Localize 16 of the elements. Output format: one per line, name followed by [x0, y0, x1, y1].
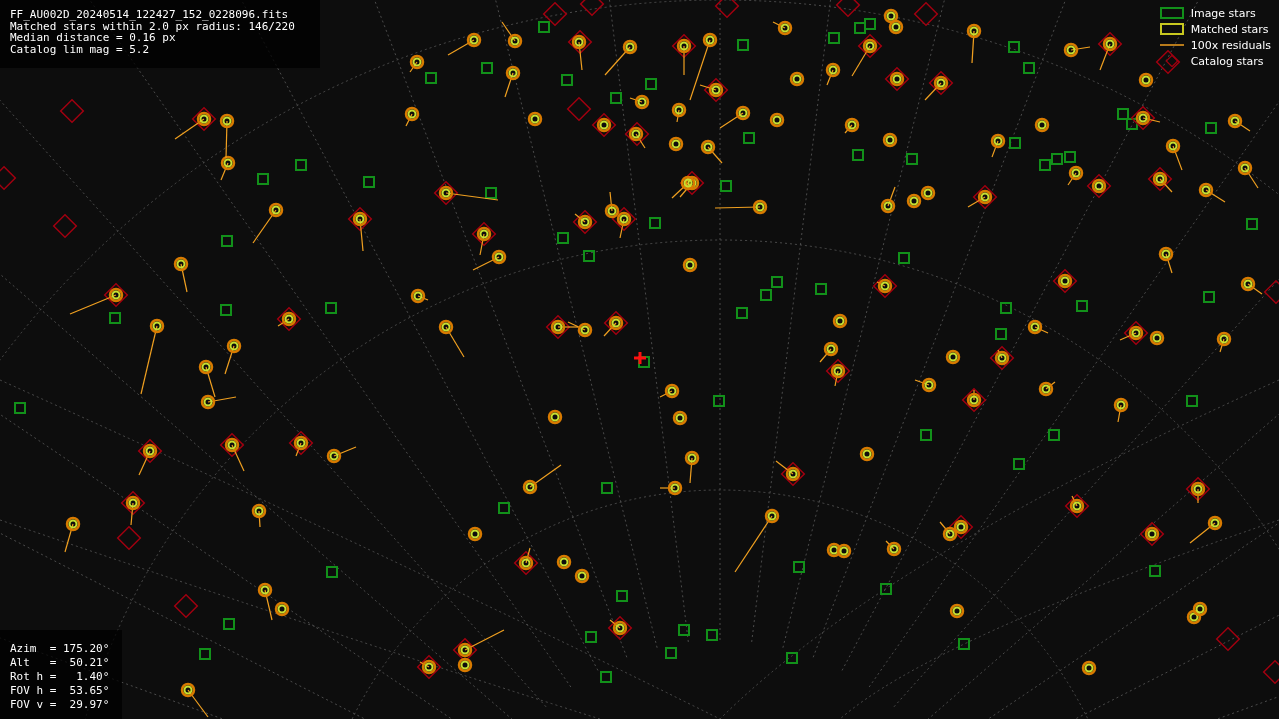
info-text: Catalog lim mag = 5.2: [10, 43, 151, 55]
info-text: Median distance = 0.16 px: [10, 32, 176, 44]
pointing-text: Azim = 175.20°: [10, 642, 111, 656]
legend-label: Catalog stars: [1190, 54, 1264, 68]
pointing-text: FOV v = 29.97°: [10, 698, 111, 712]
legend-label: 100x residuals: [1190, 38, 1271, 52]
pointing-text: Alt = 50.21°: [10, 656, 111, 670]
legend-marker-icon: [1158, 7, 1185, 19]
info-text: Matched stars within 2.0 px radius: 146/220: [10, 20, 296, 32]
legend-label: Matched stars: [1190, 22, 1269, 36]
info-text: FF_AU002D_20240514_122427_152_0228096.fits: [10, 9, 290, 21]
cross-icon: [634, 352, 646, 364]
legend-marker-icon: [1158, 23, 1185, 35]
legend-label: Image stars: [1190, 6, 1256, 20]
pointing-text: Rot h = 1.40°: [10, 670, 111, 684]
pointing-text: FOV h = 53.65°: [10, 684, 111, 698]
